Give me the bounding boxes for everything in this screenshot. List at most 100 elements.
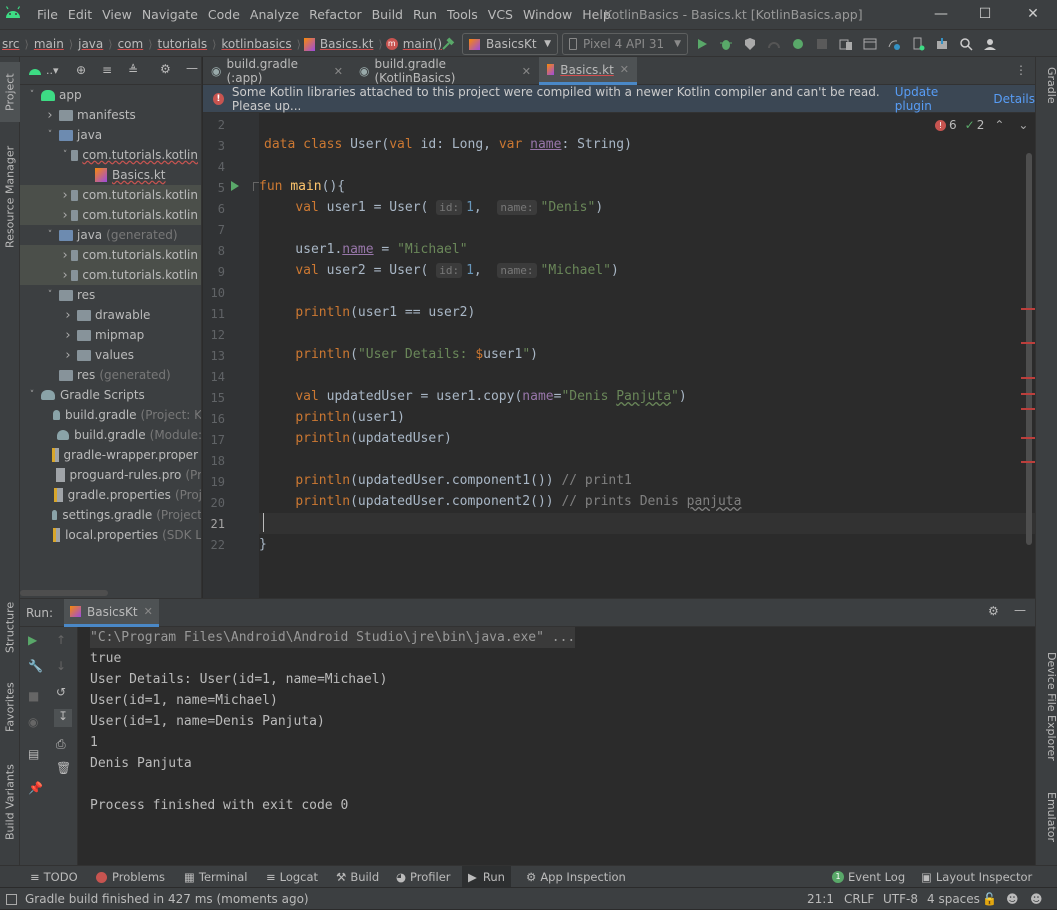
tab-device-file-explorer[interactable]: Device File Explorer bbox=[1038, 652, 1057, 772]
error-stripe-mark[interactable] bbox=[1021, 342, 1035, 344]
chevron-down-icon[interactable]: ˅ bbox=[62, 149, 68, 161]
tree-item[interactable]: local.properties (SDK L bbox=[20, 525, 201, 545]
soft-wrap-icon[interactable]: ↺ bbox=[56, 685, 66, 699]
tab-build[interactable]: ⚒ Build bbox=[336, 866, 379, 888]
minimize-button[interactable]: — bbox=[919, 0, 963, 29]
tab-emulator[interactable]: Emulator bbox=[1038, 792, 1057, 862]
error-stripe-mark[interactable] bbox=[1021, 308, 1035, 310]
tab-gradle[interactable]: Gradle bbox=[1038, 67, 1057, 127]
chevron-down-icon[interactable]: ˅ bbox=[44, 129, 56, 141]
close-icon[interactable]: ✕ bbox=[522, 65, 531, 78]
error-stripe-mark[interactable] bbox=[1021, 377, 1035, 379]
sync-gradle-icon[interactable] bbox=[883, 33, 905, 55]
tab-favorites[interactable]: Favorites bbox=[0, 672, 20, 742]
chevron-right-icon[interactable]: › bbox=[62, 308, 74, 323]
pin-icon[interactable]: 📌 bbox=[28, 781, 43, 795]
tree-item[interactable]: settings.gradle (Project bbox=[20, 505, 201, 525]
tree-item[interactable]: › com.tutorials.kotlin bbox=[20, 265, 201, 285]
chevron-right-icon[interactable]: › bbox=[62, 348, 74, 363]
hide-panel-icon[interactable]: — bbox=[186, 61, 198, 75]
breadcrumb-src[interactable]: src bbox=[0, 37, 22, 51]
menu-view[interactable]: View bbox=[97, 0, 137, 29]
tree-item[interactable]: › com.tutorials.kotlin bbox=[20, 245, 201, 265]
user-account-icon[interactable] bbox=[979, 33, 1001, 55]
notification-icon[interactable]: ☻ bbox=[1030, 888, 1043, 910]
tab-terminal[interactable]: ▦ Terminal bbox=[184, 866, 247, 888]
tree-item[interactable]: ˅ java (generated) bbox=[20, 225, 201, 245]
camera-icon[interactable]: ◉ bbox=[28, 715, 38, 729]
breadcrumb-java[interactable]: java bbox=[76, 37, 105, 51]
menu-code[interactable]: Code bbox=[203, 0, 245, 29]
tab-event-log[interactable]: 1 Event Log bbox=[832, 866, 905, 888]
coverage-icon[interactable] bbox=[739, 33, 761, 55]
error-stripe-mark[interactable] bbox=[1021, 437, 1035, 439]
indent-setting[interactable]: 4 spaces bbox=[927, 888, 980, 910]
expand-all-icon[interactable]: ≡ bbox=[102, 63, 112, 77]
run-config-select[interactable]: BasicsKt ▼ bbox=[462, 33, 558, 55]
tab-basics-kt[interactable]: Basics.kt ✕ bbox=[539, 57, 637, 85]
locate-icon[interactable]: ⊕ bbox=[76, 63, 86, 77]
breadcrumb-kotlinbasics[interactable]: kotlinbasics bbox=[219, 37, 293, 51]
project-structure-icon[interactable] bbox=[859, 33, 881, 55]
tree-item[interactable]: Basics.kt bbox=[20, 165, 201, 185]
tab-profiler[interactable]: ◕ Profiler bbox=[396, 866, 451, 888]
close-icon[interactable]: ✕ bbox=[334, 65, 343, 78]
tree-item[interactable]: build.gradle (Module: bbox=[20, 425, 201, 445]
close-window-button[interactable]: ✕ bbox=[1011, 0, 1055, 29]
device-select[interactable]: Pixel 4 API 31 ▼ bbox=[562, 33, 688, 55]
close-icon[interactable]: ✕ bbox=[144, 605, 153, 618]
tab-logcat[interactable]: ≡ Logcat bbox=[266, 866, 318, 888]
tab-app-inspection[interactable]: ⚙ App Inspection bbox=[526, 866, 626, 888]
menu-build[interactable]: Build bbox=[367, 0, 408, 29]
tab-resource-manager[interactable]: Resource Manager bbox=[0, 137, 20, 257]
tree-item[interactable]: › com.tutorials.kotlin bbox=[20, 205, 201, 225]
layout-icon[interactable]: ▤ bbox=[28, 747, 39, 761]
error-stripe-mark[interactable] bbox=[1021, 408, 1035, 410]
view-mode-dropdown[interactable]: ..▾ bbox=[46, 64, 59, 77]
chevron-right-icon[interactable]: › bbox=[44, 108, 56, 123]
gear-icon[interactable]: ⚙ bbox=[988, 604, 999, 618]
print-icon[interactable]: ⎙ bbox=[56, 737, 66, 752]
line-separator[interactable]: CRLF bbox=[844, 888, 874, 910]
stop-icon[interactable]: ■ bbox=[28, 689, 39, 703]
lock-icon[interactable]: 🔓 bbox=[982, 888, 997, 910]
tab-build-gradle-project[interactable]: ◉ build.gradle (KotlinBasics) ✕ bbox=[351, 57, 539, 85]
details-link[interactable]: Details bbox=[993, 92, 1035, 106]
android-view-icon[interactable] bbox=[28, 65, 42, 76]
wrench-icon[interactable]: 🔧 bbox=[28, 659, 43, 673]
menu-tools[interactable]: Tools bbox=[442, 0, 483, 29]
menu-edit[interactable]: Edit bbox=[63, 0, 97, 29]
avd-manager-icon[interactable] bbox=[907, 33, 929, 55]
caret-position[interactable]: 21:1 bbox=[807, 888, 834, 910]
arrow-up-icon[interactable]: ↑ bbox=[56, 633, 66, 647]
apply-changes-icon[interactable] bbox=[787, 33, 809, 55]
error-stripe-mark[interactable] bbox=[1021, 393, 1035, 395]
maximize-button[interactable]: ☐ bbox=[963, 0, 1007, 29]
rerun-icon[interactable]: ▶ bbox=[28, 633, 37, 647]
horizontal-scrollbar[interactable] bbox=[20, 590, 108, 596]
inspection-widget[interactable]: ! 6 ✓ 2 ⌃ ⌄ bbox=[935, 118, 1028, 132]
tree-item[interactable]: build.gradle (Project: K bbox=[20, 405, 201, 425]
update-plugin-link[interactable]: Update plugin bbox=[895, 85, 972, 113]
chevron-right-icon[interactable]: › bbox=[62, 328, 74, 343]
tree-item[interactable]: gradle.properties (Proj bbox=[20, 485, 201, 505]
tab-build-gradle-app[interactable]: ◉ build.gradle (:app) ✕ bbox=[203, 57, 351, 85]
tree-item[interactable]: ˅ com.tutorials.kotlin bbox=[20, 145, 201, 165]
profiler-icon[interactable] bbox=[763, 33, 785, 55]
menu-navigate[interactable]: Navigate bbox=[137, 0, 203, 29]
menu-window[interactable]: Window bbox=[518, 0, 577, 29]
chevron-down-icon[interactable]: ˅ bbox=[26, 389, 38, 401]
tab-run[interactable]: ▶ Run bbox=[462, 866, 511, 888]
run-tab-basicskt[interactable]: BasicsKt ✕ bbox=[64, 599, 159, 627]
tab-layout-inspector[interactable]: ▣ Layout Inspector bbox=[921, 866, 1032, 888]
scroll-to-end-icon[interactable]: ↧ bbox=[54, 709, 72, 727]
tree-item[interactable]: › drawable bbox=[20, 305, 201, 325]
vertical-scrollbar[interactable] bbox=[1026, 153, 1032, 545]
debug-icon[interactable] bbox=[715, 33, 737, 55]
menu-analyze[interactable]: Analyze bbox=[245, 0, 304, 29]
breadcrumb-main[interactable]: main bbox=[32, 37, 66, 51]
tree-item[interactable]: › manifests bbox=[20, 105, 201, 125]
chevron-right-icon[interactable]: › bbox=[62, 248, 68, 263]
code-editor[interactable]: data class User(val id: Long, var name: … bbox=[259, 113, 1035, 598]
tab-problems[interactable]: Problems bbox=[96, 866, 165, 888]
